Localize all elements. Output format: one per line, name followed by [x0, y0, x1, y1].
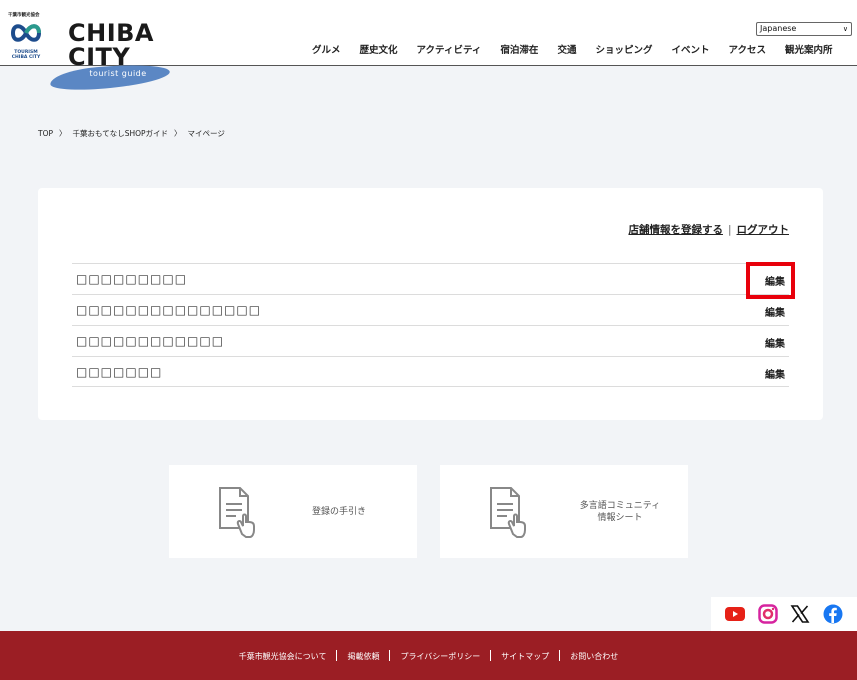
facebook-icon[interactable]	[823, 604, 843, 624]
tourism-chiba-logo[interactable]: TOURISM CHIBA CITY	[8, 20, 44, 60]
footer-link-sitemap[interactable]: サイトマップ	[501, 652, 549, 661]
shop-name: □□□□□□□□□□□□	[76, 334, 225, 348]
divider	[389, 650, 391, 661]
chiba-city-label: CHIBA CITY	[11, 55, 41, 60]
instagram-icon[interactable]	[758, 604, 778, 624]
breadcrumb: TOP 〉千葉おもてなしSHOPガイド〉マイページ	[38, 128, 225, 139]
youtube-icon[interactable]	[725, 607, 746, 621]
divider: |	[727, 224, 732, 236]
breadcrumb-chevron-icon: 〉	[174, 129, 182, 138]
social-links	[711, 597, 857, 631]
divider	[490, 650, 492, 661]
guide-label: 登録の手引き	[311, 506, 366, 517]
nav-item-transport[interactable]: 交通	[557, 44, 576, 58]
edit-button[interactable]: 編集	[765, 304, 785, 319]
breadcrumb-shop-guide[interactable]: 千葉おもてなしSHOPガイド	[73, 129, 169, 138]
document-hand-icon	[219, 487, 255, 538]
list-item: □□□□□□□□□ 編集	[72, 263, 789, 294]
logout-link[interactable]: ログアウト	[737, 224, 790, 236]
document-hand-icon	[490, 487, 526, 538]
shop-name: □□□□□□□	[76, 365, 163, 379]
main-nav: グルメ 歴史文化 アクティビティ 宿泊滞在 交通 ショッピング イベント アクセ…	[312, 44, 833, 58]
footer-link-privacy[interactable]: プライバシーポリシー	[400, 652, 480, 661]
infinity-logo-icon	[11, 24, 41, 42]
chiba-city-brand-logo[interactable]: CHIBA CITY tourist guide	[49, 20, 178, 94]
association-label: 千葉市観光協会	[8, 13, 40, 18]
guide-label: 多言語コミュニティ 情報シート	[579, 500, 661, 523]
nav-item-tourist-info[interactable]: 観光案内所	[785, 44, 833, 58]
breadcrumb-top[interactable]: TOP	[38, 129, 53, 138]
list-item: □□□□□□□□□□□□ 編集	[72, 325, 789, 356]
divider	[336, 650, 338, 661]
breadcrumb-chevron-icon: 〉	[59, 129, 67, 138]
footer-link-contact[interactable]: お問い合わせ	[570, 652, 618, 661]
list-item: □□□□□□□ 編集	[72, 356, 789, 387]
register-shop-link[interactable]: 店舗情報を登録する	[628, 224, 723, 236]
footer-links: 千葉市観光協会について 掲載依頼 プライバシーポリシー サイトマップ お問い合わせ	[0, 650, 857, 662]
site-header: 千葉市観光協会 TOURISM CHIBA CITY CHIBA CITY to…	[0, 0, 857, 94]
nav-item-stay[interactable]: 宿泊滞在	[500, 44, 538, 58]
multilingual-sheet-card[interactable]: 多言語コミュニティ 情報シート	[440, 465, 688, 558]
site-footer: 千葉市観光協会について 掲載依頼 プライバシーポリシー サイトマップ お問い合わせ	[0, 631, 857, 680]
nav-item-activity[interactable]: アクティビティ	[417, 44, 482, 58]
language-value: Japanese	[760, 24, 797, 33]
shop-name: □□□□□□□□□□□□□□□	[76, 303, 262, 317]
nav-item-access[interactable]: アクセス	[728, 44, 766, 58]
nav-item-gourmet[interactable]: グルメ	[312, 44, 341, 58]
chevron-down-icon: ∨	[842, 25, 848, 33]
breadcrumb-current: マイページ	[187, 129, 225, 138]
shop-list: □□□□□□□□□ 編集 □□□□□□□□□□□□□□□ 編集 □□□□□□□□…	[72, 263, 789, 387]
brand-tagline: tourist guide	[89, 69, 147, 78]
list-item: □□□□□□□□□□□□□□□ 編集	[72, 294, 789, 325]
edit-button[interactable]: 編集	[765, 335, 785, 350]
nav-item-shopping[interactable]: ショッピング	[595, 44, 652, 58]
registration-guide-card[interactable]: 登録の手引き	[169, 465, 417, 558]
divider	[559, 650, 561, 661]
nav-item-history[interactable]: 歴史文化	[360, 44, 398, 58]
brand-line2: CITY	[68, 43, 131, 71]
language-select[interactable]: Japanese ∨	[756, 22, 852, 36]
edit-button[interactable]: 編集	[765, 273, 785, 288]
shop-name: □□□□□□□□□	[76, 272, 188, 286]
footer-link-listing-request[interactable]: 掲載依頼	[347, 652, 379, 661]
account-actions: 店舗情報を登録する | ログアウト	[628, 222, 789, 237]
footer-link-about[interactable]: 千葉市観光協会について	[239, 652, 327, 661]
edit-button[interactable]: 編集	[765, 366, 785, 381]
my-page-card: 店舗情報を登録する | ログアウト □□□□□□□□□ 編集 □□□□□□□□□□□…	[38, 188, 823, 420]
nav-item-event[interactable]: イベント	[671, 44, 709, 58]
x-icon[interactable]	[790, 604, 810, 624]
tourism-logo-text: TOURISM CHIBA CITY	[8, 50, 44, 60]
